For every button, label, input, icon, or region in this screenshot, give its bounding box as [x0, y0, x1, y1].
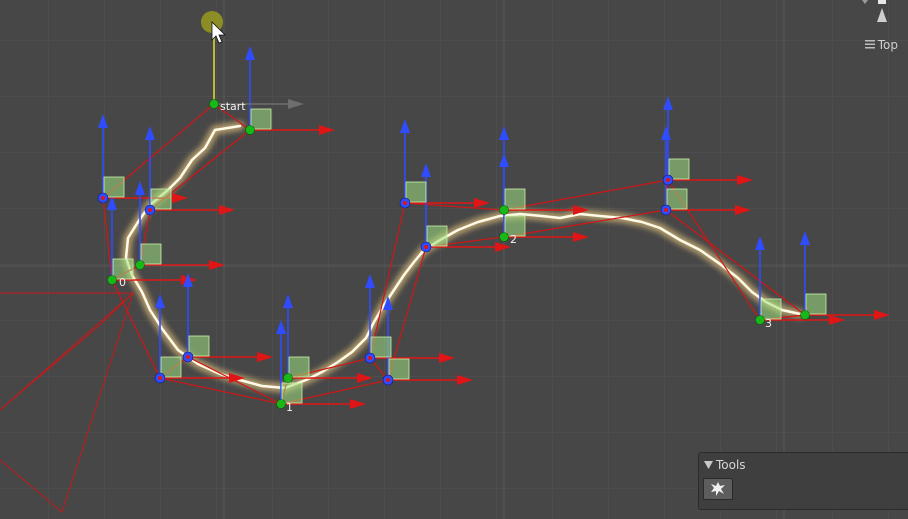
- plane-handle[interactable]: [666, 188, 688, 210]
- control-point-center: [186, 355, 190, 359]
- tools-panel-title: Tools: [716, 458, 746, 472]
- plane-handle[interactable]: [388, 358, 410, 380]
- plane-handle[interactable]: [250, 108, 272, 130]
- point-label: 3: [765, 317, 772, 330]
- plane-handle[interactable]: [370, 336, 392, 358]
- control-point-center: [386, 378, 390, 382]
- plane-handle[interactable]: [668, 158, 690, 180]
- control-point-center: [158, 376, 162, 380]
- control-point-center: [666, 178, 670, 182]
- plane-handle[interactable]: [140, 243, 162, 265]
- view-mode-label[interactable]: Top: [864, 38, 898, 52]
- spline-point[interactable]: [276, 399, 286, 409]
- spline-point[interactable]: [499, 232, 509, 242]
- triangle-down-icon: [704, 458, 713, 472]
- start-point[interactable]: [209, 99, 219, 109]
- spline-point[interactable]: [755, 315, 765, 325]
- spline-point[interactable]: [107, 275, 117, 285]
- plane-handle[interactable]: [103, 176, 125, 198]
- plane-handle[interactable]: [288, 356, 310, 378]
- point-label: 0: [119, 276, 126, 289]
- orientation-cone-icon: [877, 8, 887, 22]
- plane-handle[interactable]: [426, 225, 448, 247]
- plane-handle[interactable]: [405, 181, 427, 203]
- point-label: 1: [286, 401, 293, 414]
- plane-handle[interactable]: [160, 356, 182, 378]
- tools-panel: Tools: [698, 452, 908, 510]
- control-point-center: [101, 196, 105, 200]
- point-label: 2: [510, 233, 517, 246]
- gizmo-cube-icon: [878, 0, 886, 4]
- lightning-tool-button[interactable]: [703, 478, 733, 500]
- start-label: start: [220, 100, 246, 113]
- control-point-center: [424, 245, 428, 249]
- spline-point[interactable]: [245, 125, 255, 135]
- spline-point[interactable]: [800, 310, 810, 320]
- spline-point[interactable]: [499, 205, 509, 215]
- view-mode-text: Top: [877, 38, 898, 52]
- plane-handle[interactable]: [805, 293, 827, 315]
- plane-handle[interactable]: [188, 335, 210, 357]
- grid: [0, 0, 908, 519]
- gizmo-arrow-icon: [862, 0, 868, 4]
- control-point-center: [664, 208, 668, 212]
- control-point-center: [403, 201, 407, 205]
- control-point-center: [148, 208, 152, 212]
- plane-handle[interactable]: [150, 188, 172, 210]
- lightning-tool-icon: [711, 482, 725, 496]
- plane-handle[interactable]: [760, 298, 782, 320]
- plane-handle[interactable]: [504, 188, 526, 210]
- plane-handle[interactable]: [281, 382, 303, 404]
- spline-point[interactable]: [135, 260, 145, 270]
- control-point-center: [368, 356, 372, 360]
- hamburger-icon: [864, 38, 875, 52]
- tools-panel-header[interactable]: Tools: [699, 453, 908, 472]
- spline-point[interactable]: [283, 373, 293, 383]
- scene-view-canvas[interactable]: start 0 1 2 3: [0, 0, 908, 519]
